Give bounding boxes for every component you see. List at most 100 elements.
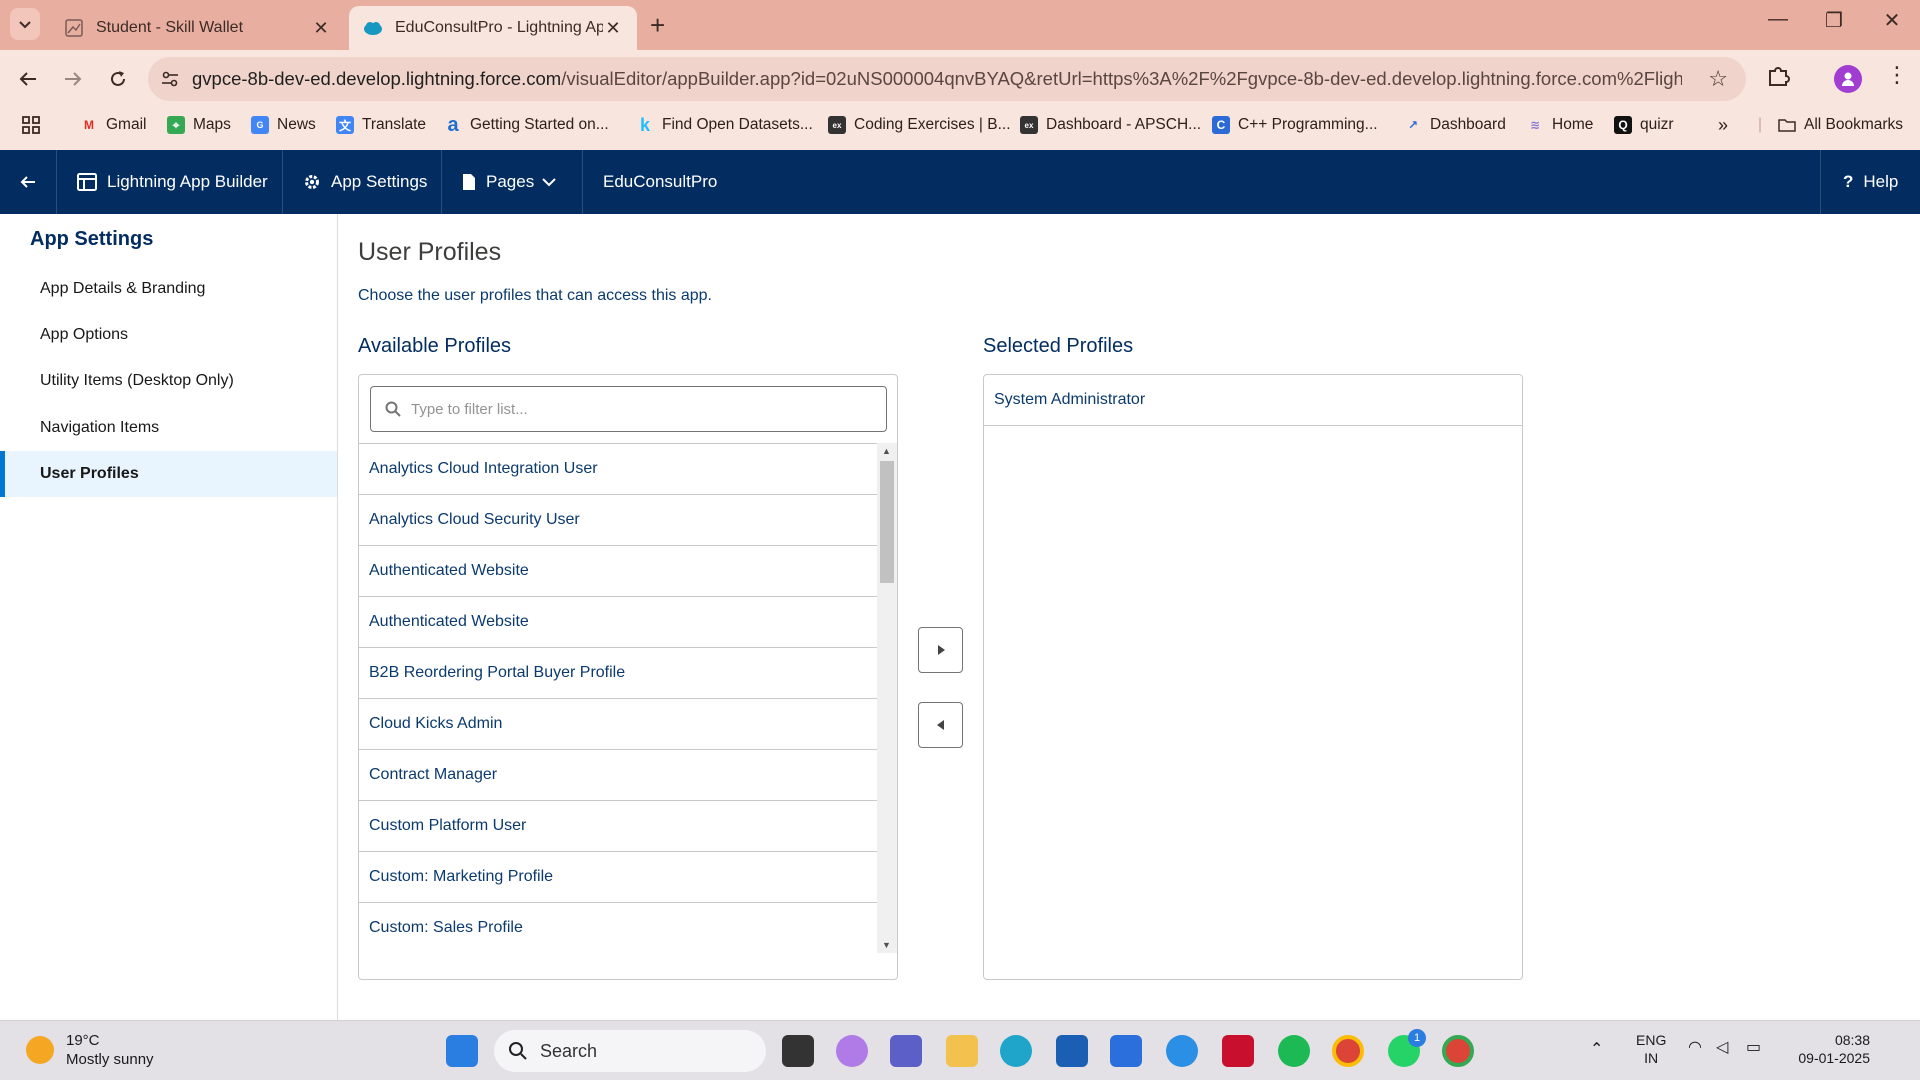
weather-widget[interactable]: 19°C Mostly sunny: [26, 1031, 154, 1069]
selected-profiles-listbox: System Administrator: [983, 374, 1523, 980]
taskbar-search-label: Search: [540, 1040, 598, 1061]
list-scrollbar[interactable]: ▲ ▼: [877, 443, 897, 953]
bookmark-label: C++ Programming...: [1238, 116, 1378, 133]
bookmark-quizr[interactable]: Qquizr: [1614, 108, 1674, 142]
move-to-available-button[interactable]: [918, 702, 963, 748]
language-indicator[interactable]: ENG IN: [1636, 1031, 1666, 1067]
list-item[interactable]: B2B Reordering Portal Buyer Profile: [359, 648, 877, 699]
apps-grid-icon[interactable]: [22, 108, 40, 142]
bookmark-home[interactable]: ≋ Home: [1526, 108, 1593, 142]
bookmark-getting-started[interactable]: a Getting Started on...: [444, 108, 608, 142]
list-item[interactable]: Custom: Sales Profile: [359, 903, 877, 953]
browser-tab-skill-wallet[interactable]: Student - Skill Wallet ✕: [50, 6, 345, 50]
forward-arrow-icon[interactable]: [57, 63, 89, 95]
bookmark-coding-exercises[interactable]: ex Coding Exercises | B...: [828, 108, 1011, 142]
list-item[interactable]: Contract Manager: [359, 750, 877, 801]
list-item[interactable]: Analytics Cloud Integration User: [359, 444, 877, 495]
page-icon: [462, 173, 476, 191]
list-item[interactable]: Authenticated Website: [359, 597, 877, 648]
bookmark-dashboard[interactable]: ↗ Dashboard: [1404, 108, 1506, 142]
url-host: gvpce-8b-dev-ed.develop.lightning.force.…: [192, 68, 562, 89]
mcafee-icon[interactable]: [1222, 1035, 1254, 1067]
file-explorer-icon[interactable]: [946, 1035, 978, 1067]
available-profiles-listbox: Analytics Cloud Integration UserAnalytic…: [358, 374, 898, 980]
tab-search-dropdown[interactable]: [10, 8, 40, 40]
back-arrow-icon[interactable]: [12, 63, 44, 95]
maps-icon: ⌖: [167, 116, 185, 134]
browser-tab-educonsultpro[interactable]: EduConsultPro - Lightning App Builder ✕: [349, 6, 637, 50]
dashboard-icon: ↗: [1407, 118, 1419, 132]
chrome-profile-icon[interactable]: [1442, 1035, 1474, 1067]
bookmark-star-icon[interactable]: ☆: [1708, 66, 1728, 92]
edge-icon[interactable]: [1000, 1035, 1032, 1067]
clock[interactable]: 08:38 09-01-2025: [1786, 1031, 1870, 1067]
weather-condition: Mostly sunny: [66, 1051, 154, 1068]
store-icon[interactable]: [1056, 1035, 1088, 1067]
bookmark-maps[interactable]: ⌖ Maps: [167, 108, 231, 142]
chevron-up-icon[interactable]: ⌃: [1590, 1041, 1603, 1059]
site-info-icon[interactable]: [148, 70, 192, 88]
browser-toolbar: gvpce-8b-dev-ed.develop.lightning.force.…: [0, 50, 1920, 108]
move-to-selected-button[interactable]: [918, 627, 963, 673]
all-bookmarks-label: All Bookmarks: [1804, 116, 1904, 133]
pages-dropdown[interactable]: Pages: [442, 150, 583, 214]
bookmark-news[interactable]: G News: [251, 108, 316, 142]
filter-search-field[interactable]: [370, 386, 887, 432]
reload-icon[interactable]: [102, 63, 134, 95]
scroll-down-arrow-icon[interactable]: ▼: [882, 940, 891, 950]
scroll-up-arrow-icon[interactable]: ▲: [882, 446, 891, 456]
bookmark-cpp-programming[interactable]: C C++ Programming...: [1212, 108, 1378, 142]
wifi-icon[interactable]: ◠: [1688, 1039, 1702, 1057]
bookmark-dashboard-apsch[interactable]: ex Dashboard - APSCH...: [1020, 108, 1201, 142]
battery-icon[interactable]: ▭: [1746, 1039, 1761, 1057]
extensions-puzzle-icon[interactable]: [1766, 63, 1792, 94]
copilot-icon[interactable]: [836, 1035, 868, 1067]
list-item[interactable]: Custom Platform User: [359, 801, 877, 852]
close-tab-icon[interactable]: ✕: [311, 18, 331, 39]
list-item[interactable]: Authenticated Website: [359, 546, 877, 597]
close-window-icon[interactable]: ✕: [1872, 8, 1912, 33]
gmail-icon: M: [84, 118, 94, 132]
minimize-icon[interactable]: —: [1758, 8, 1798, 31]
selected-profiles-heading: Selected Profiles: [983, 335, 1134, 357]
sidebar-item-navigation-items[interactable]: Navigation Items: [0, 405, 337, 451]
right-triangle-icon: [937, 645, 945, 655]
spotify-icon[interactable]: [1278, 1035, 1310, 1067]
list-item[interactable]: System Administrator: [984, 375, 1522, 426]
sidebar-item-app-details[interactable]: App Details & Branding: [0, 266, 337, 312]
bookmark-translate[interactable]: 文 Translate: [336, 108, 426, 142]
address-bar[interactable]: gvpce-8b-dev-ed.develop.lightning.force.…: [148, 57, 1746, 101]
profile-avatar[interactable]: [1834, 65, 1862, 93]
bookmark-gmail[interactable]: M Gmail: [80, 108, 146, 142]
teams-icon[interactable]: [890, 1035, 922, 1067]
sidebar-item-app-options[interactable]: App Options: [0, 312, 337, 358]
browser-menu-icon[interactable]: ⋮: [1886, 62, 1908, 88]
bookmark-label: Translate: [362, 116, 427, 133]
new-tab-icon[interactable]: +: [650, 10, 665, 40]
all-bookmarks-folder[interactable]: All Bookmarks: [1778, 108, 1903, 142]
back-button[interactable]: [0, 150, 57, 214]
close-tab-icon[interactable]: ✕: [603, 18, 623, 39]
help-button[interactable]: ? Help: [1820, 150, 1920, 214]
volume-icon[interactable]: ◁: [1716, 1039, 1728, 1057]
scrollbar-thumb[interactable]: [880, 461, 894, 583]
taskbar-search[interactable]: Search: [494, 1030, 766, 1072]
bookmark-kaggle[interactable]: k Find Open Datasets...: [636, 108, 813, 142]
app-settings-button[interactable]: App Settings: [283, 150, 442, 214]
task-view-icon[interactable]: [782, 1035, 814, 1067]
windows-start-icon[interactable]: [446, 1035, 478, 1067]
list-item[interactable]: Custom: Marketing Profile: [359, 852, 877, 903]
page-title: User Profiles: [358, 238, 502, 266]
list-item[interactable]: Analytics Cloud Security User: [359, 495, 877, 546]
list-item[interactable]: Cloud Kicks Admin: [359, 699, 877, 750]
filter-input[interactable]: [411, 400, 871, 418]
chrome-icon[interactable]: [1332, 1035, 1364, 1067]
sidebar-item-utility-items[interactable]: Utility Items (Desktop Only): [0, 358, 337, 404]
restore-icon[interactable]: ❐: [1814, 8, 1854, 33]
lightning-app-builder-button[interactable]: Lightning App Builder: [57, 150, 283, 214]
help-app-icon[interactable]: [1166, 1035, 1198, 1067]
myhp-icon[interactable]: [1110, 1035, 1142, 1067]
sidebar-item-user-profiles[interactable]: User Profiles: [0, 451, 337, 497]
more-bookmarks-icon[interactable]: »: [1718, 108, 1728, 142]
chevron-down-icon: [19, 21, 31, 29]
